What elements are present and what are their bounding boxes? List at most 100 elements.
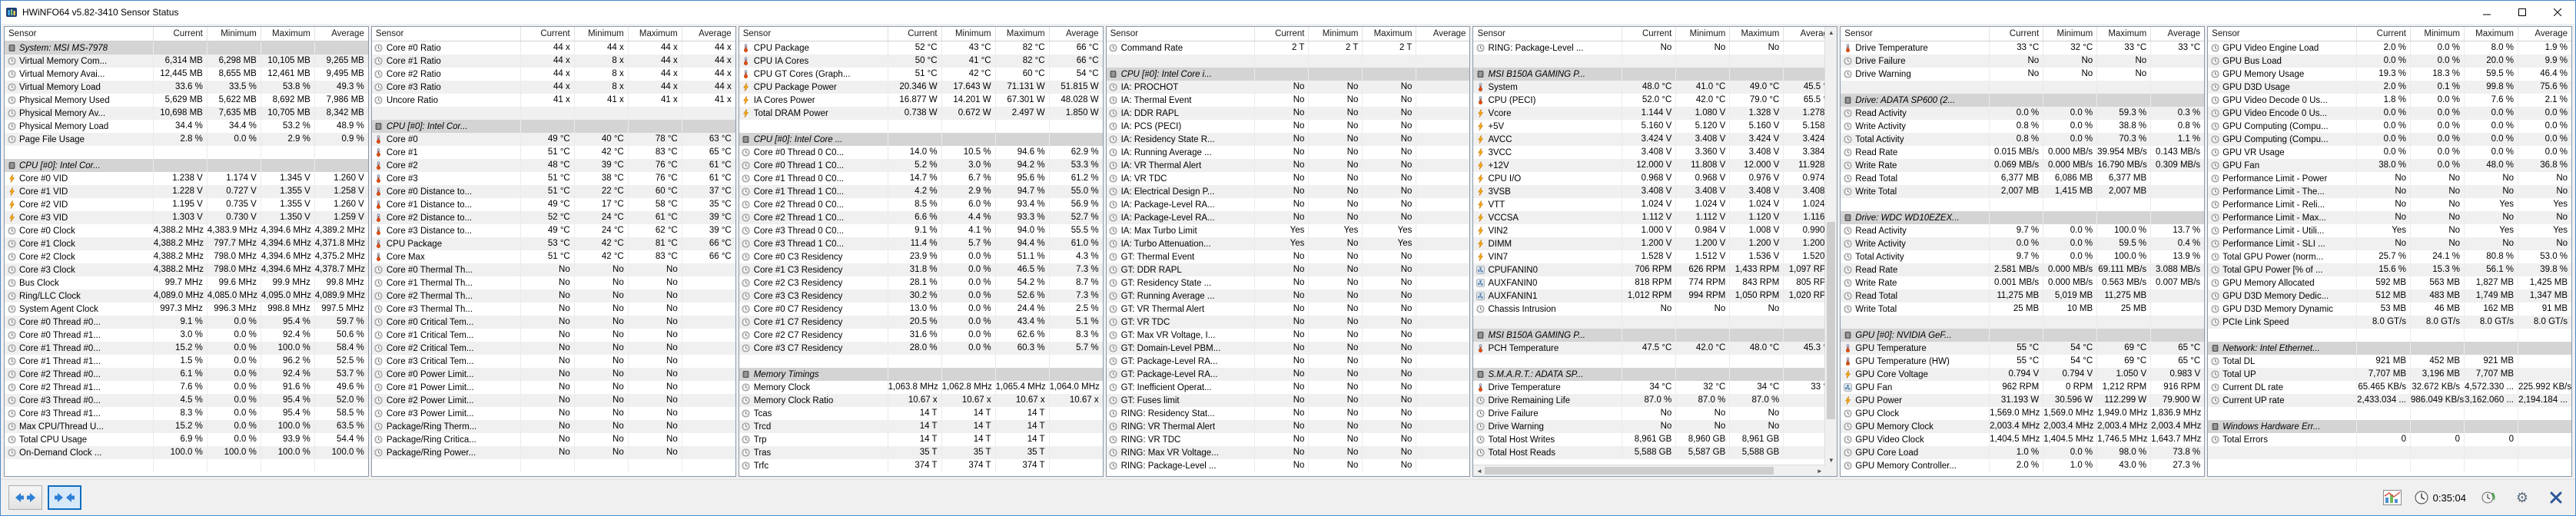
sensor-row[interactable]: IA: VR Thermal AlertNoNoNo bbox=[1107, 159, 1470, 172]
sensor-row[interactable]: GPU VR Usage0.0 %0.0 %0.0 %0.0 % bbox=[2208, 146, 2571, 159]
sensor-group-header[interactable]: Drive: WDC WD10EZEX... bbox=[1841, 211, 2204, 224]
sensor-group-header[interactable]: Memory Timings bbox=[739, 368, 1103, 381]
sensor-row[interactable]: Read Rate0.015 MB/s0.000 MB/s39.954 MB/s… bbox=[1841, 146, 2204, 159]
sensor-row[interactable]: GPU Fan38.0 %0.0 %48.0 %36.8 % bbox=[2208, 159, 2571, 172]
sensor-row[interactable]: Core #049 °C40 °C78 °C63 °C bbox=[372, 133, 735, 146]
column-header-minimum[interactable]: Minimum bbox=[2043, 27, 2096, 41]
sensor-row[interactable]: Total Errors000 bbox=[2208, 433, 2571, 446]
column-header-maximum[interactable]: Maximum bbox=[261, 27, 314, 41]
sensor-row[interactable]: Core #3 VID1.303 V0.730 V1.350 V1.259 V bbox=[5, 211, 368, 224]
sensor-row[interactable]: PCH Temperature47.5 °C42.0 °C48.0 °C45.3… bbox=[1473, 342, 1837, 355]
sensor-row[interactable]: Total GPU Power [% of ...15.6 %15.3 %56.… bbox=[2208, 263, 2571, 276]
column-header-current[interactable]: Current bbox=[1254, 27, 1308, 41]
sensor-row[interactable]: IA: Max Turbo LimitYesYesYes bbox=[1107, 224, 1470, 237]
close-button[interactable] bbox=[2544, 486, 2568, 509]
sensor-row[interactable]: Core #0 VID1.238 V1.174 V1.345 V1.260 V bbox=[5, 172, 368, 185]
close-window-button[interactable] bbox=[2540, 1, 2575, 24]
sensor-row[interactable]: IA: DDR RAPLNoNoNo bbox=[1107, 107, 1470, 120]
sensor-row[interactable]: Core #3 Thread #0...4.5 %0.0 %95.4 %52.0… bbox=[5, 394, 368, 407]
column-header-maximum[interactable]: Maximum bbox=[1362, 27, 1416, 41]
sensor-row[interactable]: Core #2 Distance to...52 °C24 °C61 °C39 … bbox=[372, 211, 735, 224]
column-header-maximum[interactable]: Maximum bbox=[1729, 27, 1783, 41]
sensor-row[interactable]: Virtual Memory Avai...12,445 MB8,655 MB1… bbox=[5, 68, 368, 81]
sensor-row[interactable]: Core #2 C3 Residency28.1 %0.0 %54.2 %8.7… bbox=[739, 276, 1103, 289]
sensor-row[interactable]: Virtual Memory Com...6,314 MB6,298 MB10,… bbox=[5, 55, 368, 68]
sensor-row[interactable]: Vcore1.144 V1.080 V1.328 V1.278 V bbox=[1473, 107, 1837, 120]
sensor-row[interactable]: IA: Package-Level RA...NoNoNo bbox=[1107, 198, 1470, 211]
sensor-row[interactable]: IA: Thermal EventNoNoNo bbox=[1107, 94, 1470, 107]
sensor-row[interactable]: IA: PROCHOTNoNoNo bbox=[1107, 81, 1470, 94]
sensor-row[interactable]: CPUFANIN0706 RPM626 RPM1,433 RPM1,097 RP… bbox=[1473, 263, 1837, 276]
sensor-row[interactable]: Core #0 Ratio44 x44 x44 x44 x bbox=[372, 41, 735, 55]
sensor-row[interactable]: GPU Core Voltage0.794 V0.794 V1.050 V0.9… bbox=[1841, 368, 2204, 381]
sensor-row[interactable]: Core #3 Thread #1...8.3 %0.0 %95.4 %58.5… bbox=[5, 407, 368, 420]
sensor-row[interactable]: Performance Limit - Max...NoNoNoNo bbox=[2208, 211, 2571, 224]
sensor-row[interactable]: GPU Memory Clock2,003.4 MHz2,003.4 MHz2,… bbox=[1841, 420, 2204, 433]
vertical-scroll-thumb[interactable] bbox=[1827, 222, 1835, 419]
column-header-current[interactable]: Current bbox=[520, 27, 574, 41]
sensor-row[interactable]: GPU Core Load1.0 %0.0 %98.0 %73.8 % bbox=[1841, 446, 2204, 459]
column-header-sensor[interactable]: Sensor bbox=[739, 27, 888, 41]
sensor-row[interactable]: Uncore Ratio41 x41 x41 x41 x bbox=[372, 94, 735, 107]
sensor-row[interactable]: Drive FailureNoNoNo bbox=[1473, 407, 1837, 420]
horizontal-scrollbar[interactable]: ◄► bbox=[1473, 465, 1825, 476]
sensor-row[interactable]: GT: Domain-Level PBM...NoNoNo bbox=[1107, 342, 1470, 355]
horizontal-scroll-thumb[interactable] bbox=[1485, 467, 1773, 475]
sensor-row[interactable]: Core #1 Thread 0 C0...14.7 %6.7 %95.6 %6… bbox=[739, 172, 1103, 185]
sensor-row[interactable]: Total DL921 MB452 MB921 MB bbox=[2208, 355, 2571, 368]
sensor-row[interactable]: GPU Temperature55 °C54 °C69 °C65 °C bbox=[1841, 342, 2204, 355]
sensor-row[interactable]: Write Rate0.069 MB/s0.000 MB/s16.790 MB/… bbox=[1841, 159, 2204, 172]
maximize-button[interactable] bbox=[2505, 1, 2540, 24]
sensor-row[interactable]: GT: Thermal EventNoNoNo bbox=[1107, 250, 1470, 263]
sensor-row[interactable]: Page File Usage2.8 %0.0 %2.9 %0.9 % bbox=[5, 133, 368, 146]
sensor-group-header[interactable]: Network: Intel Ethernet... bbox=[2208, 342, 2571, 355]
sensor-row[interactable]: GPU Video Engine Load2.0 %0.0 %8.0 %1.9 … bbox=[2208, 41, 2571, 55]
sensor-row[interactable]: Core #3 Distance to...49 °C24 °C62 °C39 … bbox=[372, 224, 735, 237]
sensor-row[interactable]: IA: Package-Level RA...NoNoNo bbox=[1107, 211, 1470, 224]
sensor-group-header[interactable]: System: MSI MS-7978 bbox=[5, 41, 368, 55]
sensor-row[interactable]: Write Activity0.0 %0.0 %59.5 %0.4 % bbox=[1841, 237, 2204, 250]
sensor-row[interactable]: Core #2 Clock4,388.2 MHz798.0 MHz4,394.6… bbox=[5, 250, 368, 263]
scroll-right-arrow[interactable]: ► bbox=[1814, 465, 1825, 476]
sensor-group-header[interactable]: CPU [#0]: Intel Core ... bbox=[739, 133, 1103, 146]
sensor-row[interactable]: CPU Package52 °C43 °C82 °C66 °C bbox=[739, 41, 1103, 55]
sensor-group-header[interactable]: Drive: ADATA SP600 (2... bbox=[1841, 94, 2204, 107]
sensor-row[interactable]: Read Activity9.7 %0.0 %100.0 %13.7 % bbox=[1841, 224, 2204, 237]
sensor-row[interactable]: Core #0 Power Limit...NoNoNo bbox=[372, 368, 735, 381]
sensor-row[interactable]: Core #2 Ratio44 x8 x44 x44 x bbox=[372, 68, 735, 81]
sensor-row[interactable]: Core #3 Critical Tem...NoNoNo bbox=[372, 355, 735, 368]
sensor-row[interactable]: Core #1 VID1.228 V0.727 V1.355 V1.258 V bbox=[5, 185, 368, 198]
sensor-row[interactable]: Package/Ring Power...NoNoNo bbox=[372, 446, 735, 459]
sensor-row[interactable]: Core #1 Thread 1 C0...4.2 %2.9 %94.7 %55… bbox=[739, 185, 1103, 198]
sensor-row[interactable]: Core #1 Critical Tem...NoNoNo bbox=[372, 329, 735, 342]
sensor-row[interactable]: Core #3 Thread 1 C0...11.4 %5.7 %94.4 %6… bbox=[739, 237, 1103, 250]
sensor-row[interactable]: Core Max51 °C42 °C83 °C66 °C bbox=[372, 250, 735, 263]
sensor-row[interactable]: Core #2 Thread #1...7.6 %0.0 %91.6 %49.6… bbox=[5, 381, 368, 394]
sensor-row[interactable]: Core #3 Thermal Th...NoNoNo bbox=[372, 303, 735, 316]
sensor-row[interactable]: Total Host Writes8,961 GB8,960 GB8,961 G… bbox=[1473, 433, 1837, 446]
sensor-group-header[interactable]: MSI B150A GAMING P... bbox=[1473, 68, 1837, 81]
sensor-row[interactable]: Drive WarningNoNoNo bbox=[1473, 420, 1837, 433]
sensor-row[interactable]: Trp14 T14 T14 T bbox=[739, 433, 1103, 446]
sensor-row[interactable]: Physical Memory Used5,629 MB5,622 MB8,69… bbox=[5, 94, 368, 107]
sensor-row[interactable]: RING: Package-Level ...NoNoNo bbox=[1473, 41, 1837, 55]
column-header-maximum[interactable]: Maximum bbox=[2464, 27, 2518, 41]
column-header-current[interactable]: Current bbox=[153, 27, 207, 41]
collapse-panels-button[interactable] bbox=[48, 485, 81, 510]
sensor-row[interactable]: Drive Temperature33 °C32 °C33 °C33 °C bbox=[1841, 41, 2204, 55]
sensor-row[interactable]: Drive FailureNoNoNo bbox=[1841, 55, 2204, 68]
sensor-row[interactable]: PCIe Link Speed8.0 GT/s8.0 GT/s8.0 GT/s8… bbox=[2208, 316, 2571, 329]
column-header-minimum[interactable]: Minimum bbox=[1675, 27, 1729, 41]
column-header-maximum[interactable]: Maximum bbox=[995, 27, 1049, 41]
sensor-row[interactable]: Core #3 Thread 0 C0...9.1 %4.1 %94.0 %55… bbox=[739, 224, 1103, 237]
sensor-row[interactable]: Core #0 Critical Tem...NoNoNo bbox=[372, 316, 735, 329]
sensor-row[interactable]: Write Rate0.001 MB/s0.000 MB/s0.563 MB/s… bbox=[1841, 276, 2204, 289]
sensor-row[interactable]: Core #1 Ratio44 x8 x44 x44 x bbox=[372, 55, 735, 68]
column-header-minimum[interactable]: Minimum bbox=[941, 27, 995, 41]
column-header-sensor[interactable]: Sensor bbox=[372, 27, 520, 41]
sensor-row[interactable]: Performance Limit - PowerNoNoNoNo bbox=[2208, 172, 2571, 185]
sensor-row[interactable]: Core #0 Thread 0 C0...14.0 %10.5 %94.6 %… bbox=[739, 146, 1103, 159]
sensor-row[interactable]: Core #2 VID1.195 V0.735 V1.355 V1.260 V bbox=[5, 198, 368, 211]
sensor-row[interactable]: GPU Power31.193 W30.596 W112.299 W79.900… bbox=[1841, 394, 2204, 407]
sensor-row[interactable]: CPU Package Power20.346 W17.643 W71.131 … bbox=[739, 81, 1103, 94]
